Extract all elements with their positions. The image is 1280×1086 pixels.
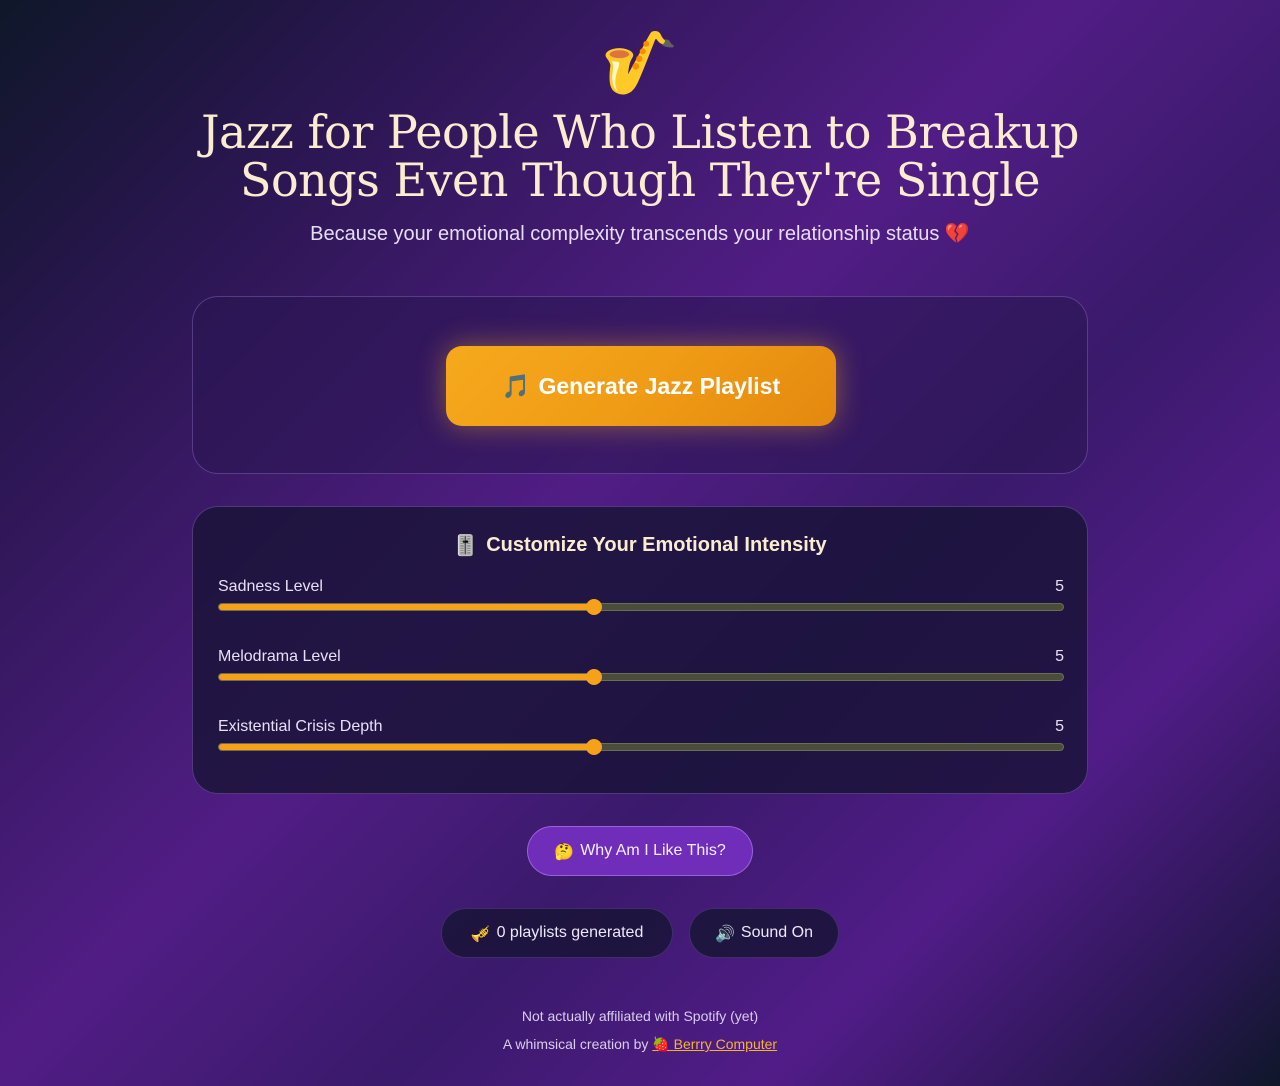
berrry-computer-link[interactable]: 🍓 Berrry Computer — [652, 1036, 778, 1053]
playlist-count-badge: 🎺 0 playlists generated — [441, 908, 673, 958]
emotional-intensity-panel: 🎚️ Customize Your Emotional Intensity Sa… — [192, 506, 1088, 794]
sadness-slider[interactable] — [218, 599, 1064, 615]
why-button-label: Why Am I Like This? — [580, 842, 726, 859]
existential-slider-row: Existential Crisis Depth 5 — [218, 717, 1064, 767]
page-title: Jazz for People Who Listen to Breakup So… — [201, 105, 1079, 207]
berrry-computer-link-label: Berrry Computer — [673, 1036, 778, 1052]
thinking-face-icon: 🤔 — [554, 841, 575, 861]
sound-toggle-label: Sound On — [740, 924, 813, 941]
controls-heading-text: Customize Your Emotional Intensity — [486, 533, 827, 556]
sadness-slider-fill — [219, 604, 595, 610]
existential-slider-fill — [219, 744, 595, 750]
melodrama-value: 5 — [1055, 648, 1064, 665]
why-am-i-like-this-button[interactable]: 🤔 Why Am I Like This? — [527, 826, 753, 876]
existential-label: Existential Crisis Depth — [218, 718, 383, 735]
generate-card: 🎵 Generate Jazz Playlist — [192, 296, 1088, 474]
footer-credit: A whimsical creation by 🍓 Berrry Compute… — [0, 1035, 1280, 1054]
slider-control-icon: 🎚️ — [453, 533, 479, 557]
existential-value: 5 — [1055, 718, 1064, 735]
playlist-count-label: 0 playlists generated — [496, 924, 644, 941]
page: 🎷 Jazz for People Who Listen to Breakup … — [0, 0, 1280, 1086]
sadness-slider-thumb[interactable] — [586, 599, 603, 615]
melodrama-slider[interactable] — [218, 669, 1064, 685]
existential-slider-thumb[interactable] — [586, 739, 603, 755]
generate-playlist-label: Generate Jazz Playlist — [538, 372, 781, 399]
melodrama-slider-fill — [219, 674, 595, 680]
melodrama-slider-thumb[interactable] — [586, 669, 603, 685]
footer-credit-prefix: A whimsical creation by — [502, 1036, 649, 1052]
footer-disclaimer: Not actually affiliated with Spotify (ye… — [521, 1008, 759, 1024]
sadness-value: 5 — [1055, 578, 1064, 595]
sound-toggle-button[interactable]: 🔊 Sound On — [689, 908, 839, 958]
sadness-slider-row: Sadness Level 5 — [218, 577, 1064, 627]
page-subtitle: Because your emotional complexity transc… — [310, 223, 970, 245]
saxophone-icon: 🎷 — [601, 26, 679, 99]
existential-slider[interactable] — [218, 739, 1064, 755]
speaker-icon: 🔊 — [715, 923, 735, 943]
melodrama-slider-row: Melodrama Level 5 — [218, 647, 1064, 697]
melodrama-label: Melodrama Level — [218, 648, 341, 665]
generate-playlist-button[interactable]: 🎵 Generate Jazz Playlist — [446, 346, 836, 426]
controls-heading: 🎚️ Customize Your Emotional Intensity — [193, 533, 1087, 557]
music-note-icon: 🎵 — [501, 373, 531, 400]
sadness-label: Sadness Level — [218, 578, 323, 595]
strawberry-icon: 🍓 — [652, 1037, 670, 1053]
trumpet-icon: 🎺 — [470, 923, 491, 943]
